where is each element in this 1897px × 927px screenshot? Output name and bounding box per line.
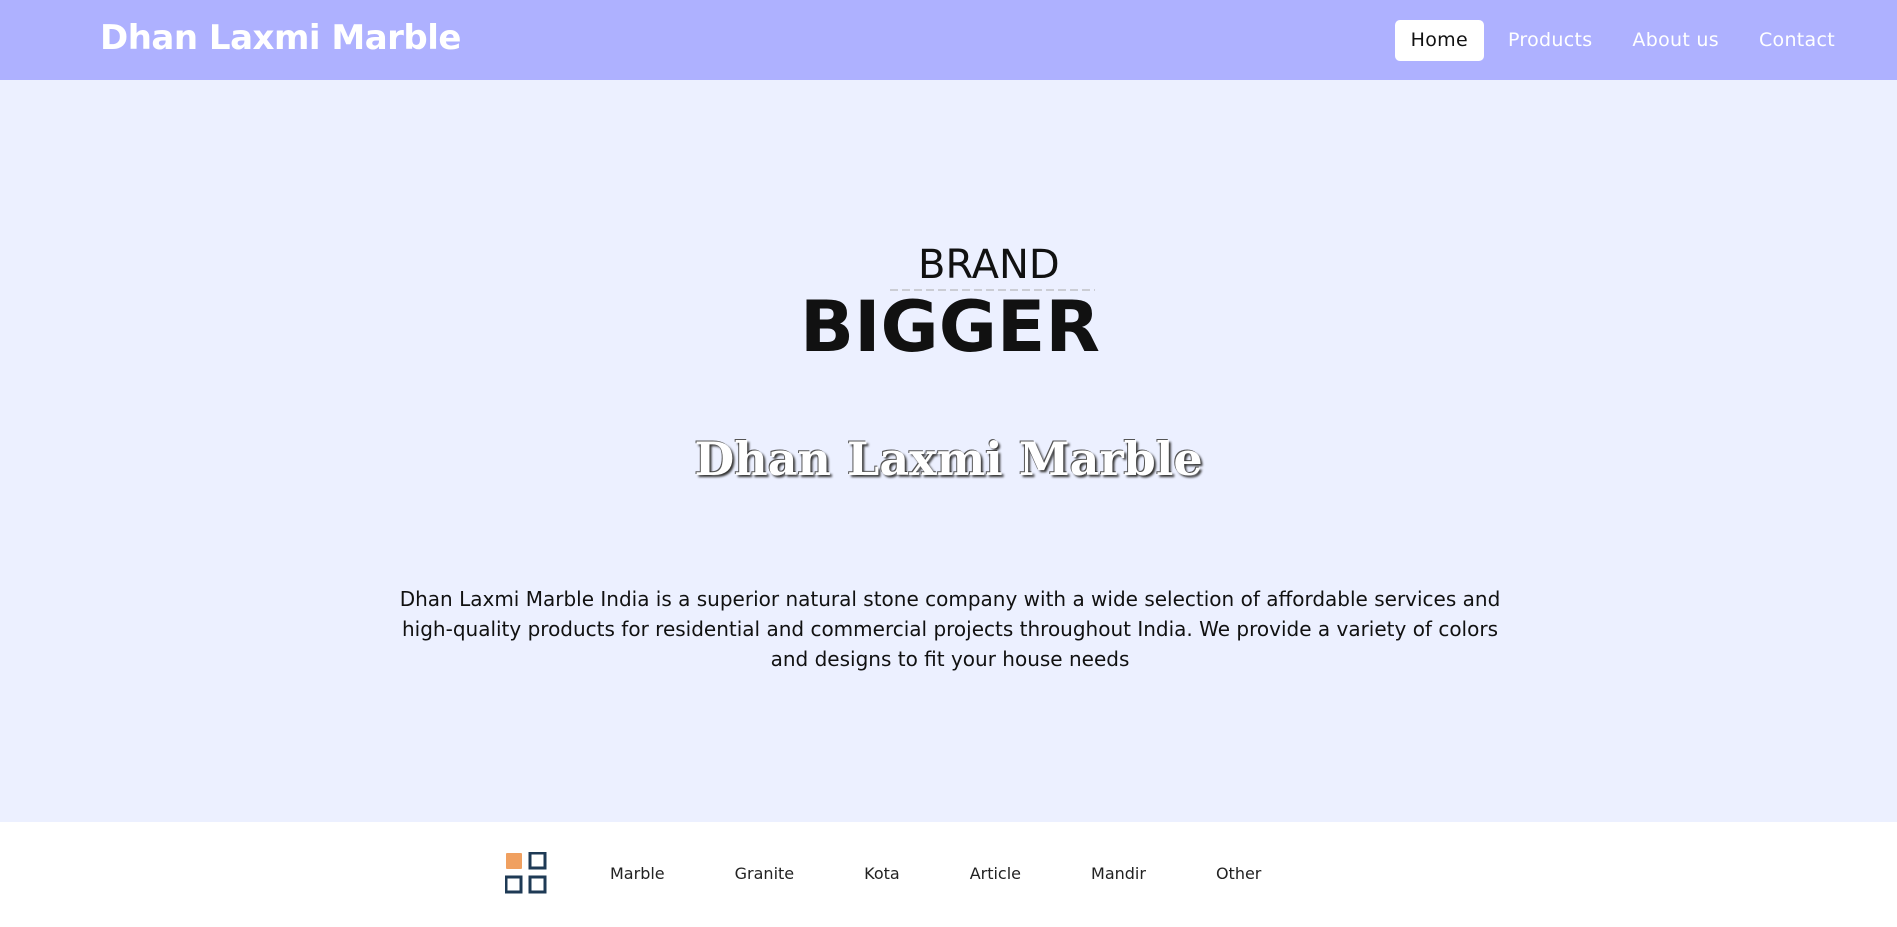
top-navbar: Dhan Laxmi Marble Home Products About us… bbox=[0, 0, 1897, 80]
logo-line2: BIGGER bbox=[800, 286, 1100, 363]
hero-title: Dhan Laxmi Marble bbox=[694, 432, 1203, 486]
logo-line1: BRAND bbox=[918, 243, 1060, 288]
category-list: Marble Granite Kota Article Mandir Other bbox=[610, 864, 1331, 883]
nav-contact-link[interactable]: Contact bbox=[1743, 20, 1851, 61]
category-bar: Marble Granite Kota Article Mandir Other bbox=[0, 822, 1897, 927]
site-brand[interactable]: Dhan Laxmi Marble bbox=[100, 18, 461, 58]
brand-bigger-logo: BRAND BIGGER bbox=[800, 243, 1100, 363]
hero-description: Dhan Laxmi Marble India is a superior na… bbox=[399, 587, 1501, 671]
nav-products-link[interactable]: Products bbox=[1492, 20, 1608, 61]
main-nav: Home Products About us Contact bbox=[1387, 20, 1851, 61]
category-marble[interactable]: Marble bbox=[610, 864, 665, 883]
nav-about-link[interactable]: About us bbox=[1616, 20, 1735, 61]
grid-icon[interactable] bbox=[505, 852, 547, 894]
category-article[interactable]: Article bbox=[970, 864, 1021, 883]
category-mandir[interactable]: Mandir bbox=[1091, 864, 1146, 883]
category-other[interactable]: Other bbox=[1216, 864, 1261, 883]
category-granite[interactable]: Granite bbox=[735, 864, 794, 883]
category-kota[interactable]: Kota bbox=[864, 864, 900, 883]
nav-home-link[interactable]: Home bbox=[1394, 20, 1484, 61]
